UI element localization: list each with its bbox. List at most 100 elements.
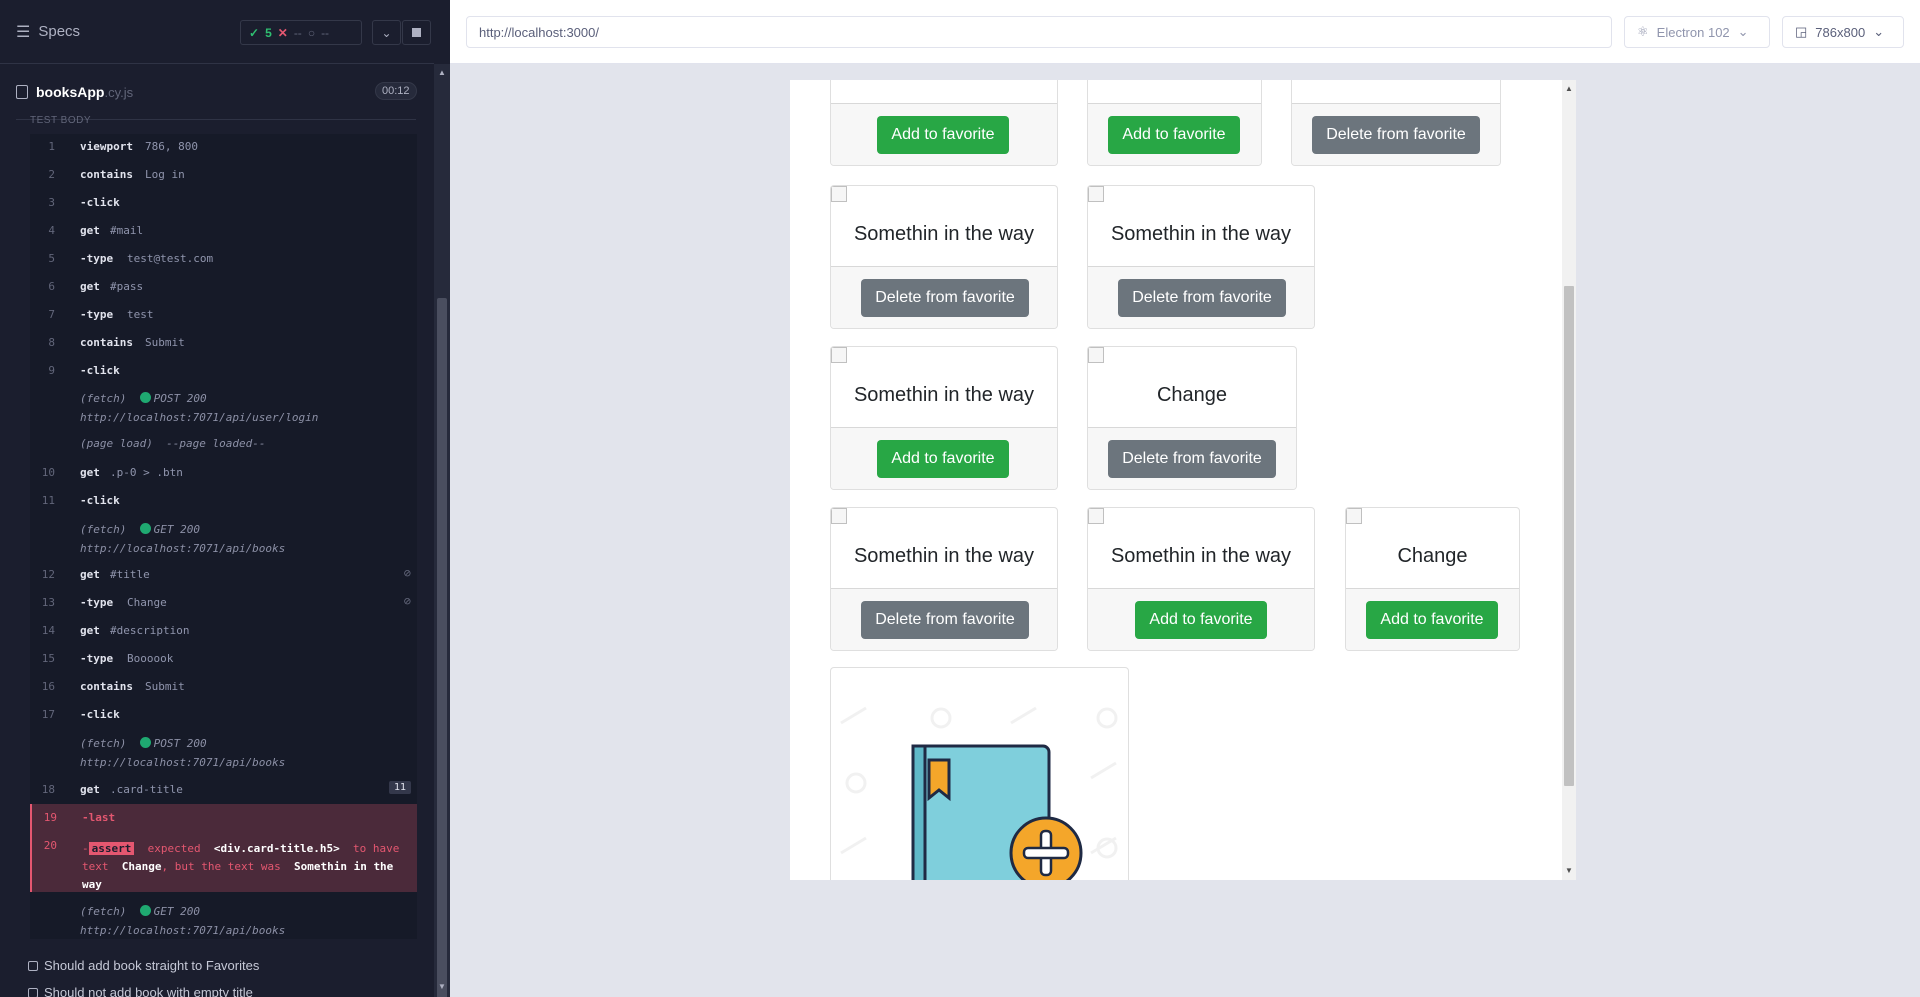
book-card: Change Add to favorite — [1345, 507, 1520, 651]
spec-ext: .cy.js — [104, 84, 134, 100]
card-footer: Delete from favorite — [1088, 266, 1314, 328]
pending-count: -- — [321, 25, 330, 40]
assertion-message[interactable]: - assert expected <div.card-title.h5> to … — [82, 840, 402, 894]
app-viewport: Add to favorite Add to favorite Delete f… — [790, 80, 1576, 880]
spec-name: booksApp — [36, 84, 105, 100]
reporter-panel: ☰ Specs ✓ 5 ✕ -- ○ -- ⌄ booksApp .cy.js … — [0, 0, 450, 997]
scroll-down-icon[interactable]: ▼ — [1562, 866, 1576, 875]
scroll-up-icon[interactable]: ▲ — [1562, 84, 1576, 93]
card-footer: Delete from favorite — [1292, 103, 1500, 165]
fetch-entry[interactable]: (fetch) POST 200 — [80, 392, 207, 405]
specs-icon: ☰ — [16, 23, 31, 41]
fetch-entry[interactable]: (fetch) GET 200 — [80, 905, 200, 918]
broken-image-icon — [1088, 508, 1104, 524]
dropdown-button[interactable]: ⌄ — [372, 20, 401, 45]
status-dot — [139, 905, 151, 916]
x-icon: ✕ — [277, 25, 288, 40]
card-footer: Add to favorite — [1088, 103, 1261, 165]
broken-image-icon — [831, 186, 847, 202]
eye-slash-icon: ⊘ — [403, 566, 411, 580]
eye-slash-icon: ⊘ — [403, 594, 411, 608]
status-dot — [139, 392, 151, 403]
command-log: 1 viewport 786, 800 2 contains Log in 3 -clic… — [30, 134, 417, 939]
chevron-down-icon: ⌄ — [1737, 24, 1749, 39]
book-card: Add to favorite — [830, 80, 1058, 166]
delete-favorite-button[interactable]: Delete from favorite — [861, 279, 1029, 317]
duration-badge: 00:12 — [375, 82, 417, 100]
reporter-scrollbar[interactable]: ▲ ▼ — [434, 64, 450, 997]
broken-image-icon — [1346, 508, 1362, 524]
delete-favorite-button[interactable]: Delete from favorite — [861, 601, 1029, 639]
book-card: Somethin in the way Delete from favorite — [830, 507, 1058, 651]
fetch-url: http://localhost:7071/api/books — [80, 924, 286, 937]
chevron-down-icon: ⌄ — [381, 25, 392, 40]
check-icon: ✓ — [249, 25, 260, 40]
count-badge: 11 — [388, 781, 411, 794]
card-title: Somethin in the way — [853, 384, 1035, 406]
scrollbar-thumb[interactable] — [1564, 286, 1574, 786]
failed-count: -- — [293, 25, 302, 40]
book-card: Delete from favorite — [1291, 80, 1501, 166]
delete-favorite-button[interactable]: Delete from favorite — [1312, 116, 1480, 154]
add-favorite-button[interactable]: Add to favorite — [877, 440, 1009, 478]
card-footer: Add to favorite — [831, 427, 1057, 489]
test-body-label: TEST BODY — [30, 115, 91, 126]
broken-image-icon — [831, 347, 847, 363]
card-footer: Delete from favorite — [831, 588, 1057, 650]
card-title: Somethin in the way — [853, 223, 1035, 245]
delete-favorite-button[interactable]: Delete from favorite — [1118, 279, 1286, 317]
add-book-card[interactable] — [830, 667, 1129, 880]
fetch-entry[interactable]: (fetch) GET 200 — [80, 523, 200, 536]
test-item[interactable]: Should not add book with empty title — [28, 985, 253, 997]
card-footer: Add to favorite — [831, 103, 1057, 165]
stop-icon — [412, 28, 421, 37]
broken-image-icon — [1088, 347, 1104, 363]
specs-label: Specs — [38, 23, 81, 40]
test-item[interactable]: Should add book straight to Favorites — [28, 958, 259, 973]
add-favorite-button[interactable]: Add to favorite — [877, 116, 1009, 154]
add-favorite-button[interactable]: Add to favorite — [1366, 601, 1498, 639]
add-favorite-button[interactable]: Add to favorite — [1108, 116, 1240, 154]
scroll-up-icon[interactable]: ▲ — [437, 68, 447, 77]
stop-button[interactable] — [402, 20, 431, 45]
status-dot — [139, 523, 151, 534]
app-scrollbar[interactable]: ▲ ▼ — [1562, 80, 1576, 880]
aut-header: http://localhost:3000/ ⚛ Electron 102 ⌄ … — [450, 0, 1920, 64]
card-footer: Delete from favorite — [1088, 427, 1296, 489]
delete-favorite-button[interactable]: Delete from favorite — [1108, 440, 1276, 478]
page-load-entry[interactable]: (page load) --page loaded-- — [80, 437, 265, 450]
broken-image-icon — [1088, 186, 1104, 202]
status-dot — [139, 737, 151, 748]
card-title: Somethin in the way — [1110, 223, 1292, 245]
fetch-url: http://localhost:7071/api/user/login — [80, 411, 319, 424]
card-footer: Add to favorite — [1346, 588, 1519, 650]
test-checkbox-icon — [28, 960, 38, 971]
scrollbar-thumb[interactable] — [437, 298, 447, 997]
fetch-entry[interactable]: (fetch) POST 200 — [80, 737, 207, 750]
scroll-down-icon[interactable]: ▼ — [437, 982, 447, 991]
url-bar[interactable]: http://localhost:3000/ — [466, 16, 1612, 48]
reporter-header: ☰ Specs ✓ 5 ✕ -- ○ -- ⌄ — [0, 0, 434, 64]
viewport-selector[interactable]: ◲ 786x800 ⌄ — [1782, 16, 1904, 48]
viewport-icon: ◲ — [1795, 24, 1808, 39]
test-checkbox-icon — [28, 987, 38, 997]
card-title: Change — [1156, 384, 1228, 406]
spinner-icon: ○ — [307, 25, 316, 40]
card-title: Somethin in the way — [1110, 545, 1292, 567]
file-icon — [16, 85, 28, 99]
card-footer: Add to favorite — [1088, 588, 1314, 650]
book-card: Change Delete from favorite — [1087, 346, 1297, 490]
book-card: Somethin in the way Delete from favorite — [830, 185, 1058, 329]
card-title: Somethin in the way — [853, 545, 1035, 567]
book-add-icon — [840, 706, 1118, 880]
specs-button[interactable]: ☰ Specs — [16, 22, 80, 42]
broken-image-icon — [831, 508, 847, 524]
card-title: Change — [1397, 545, 1468, 567]
browser-selector[interactable]: ⚛ Electron 102 ⌄ — [1624, 16, 1770, 48]
stats: ✓ 5 ✕ -- ○ -- — [240, 20, 362, 45]
add-favorite-button[interactable]: Add to favorite — [1135, 601, 1267, 639]
fetch-url: http://localhost:7071/api/books — [80, 756, 286, 769]
fetch-url: http://localhost:7071/api/books — [80, 542, 286, 555]
assert-badge: assert — [88, 842, 135, 855]
chevron-down-icon: ⌄ — [1873, 24, 1885, 39]
